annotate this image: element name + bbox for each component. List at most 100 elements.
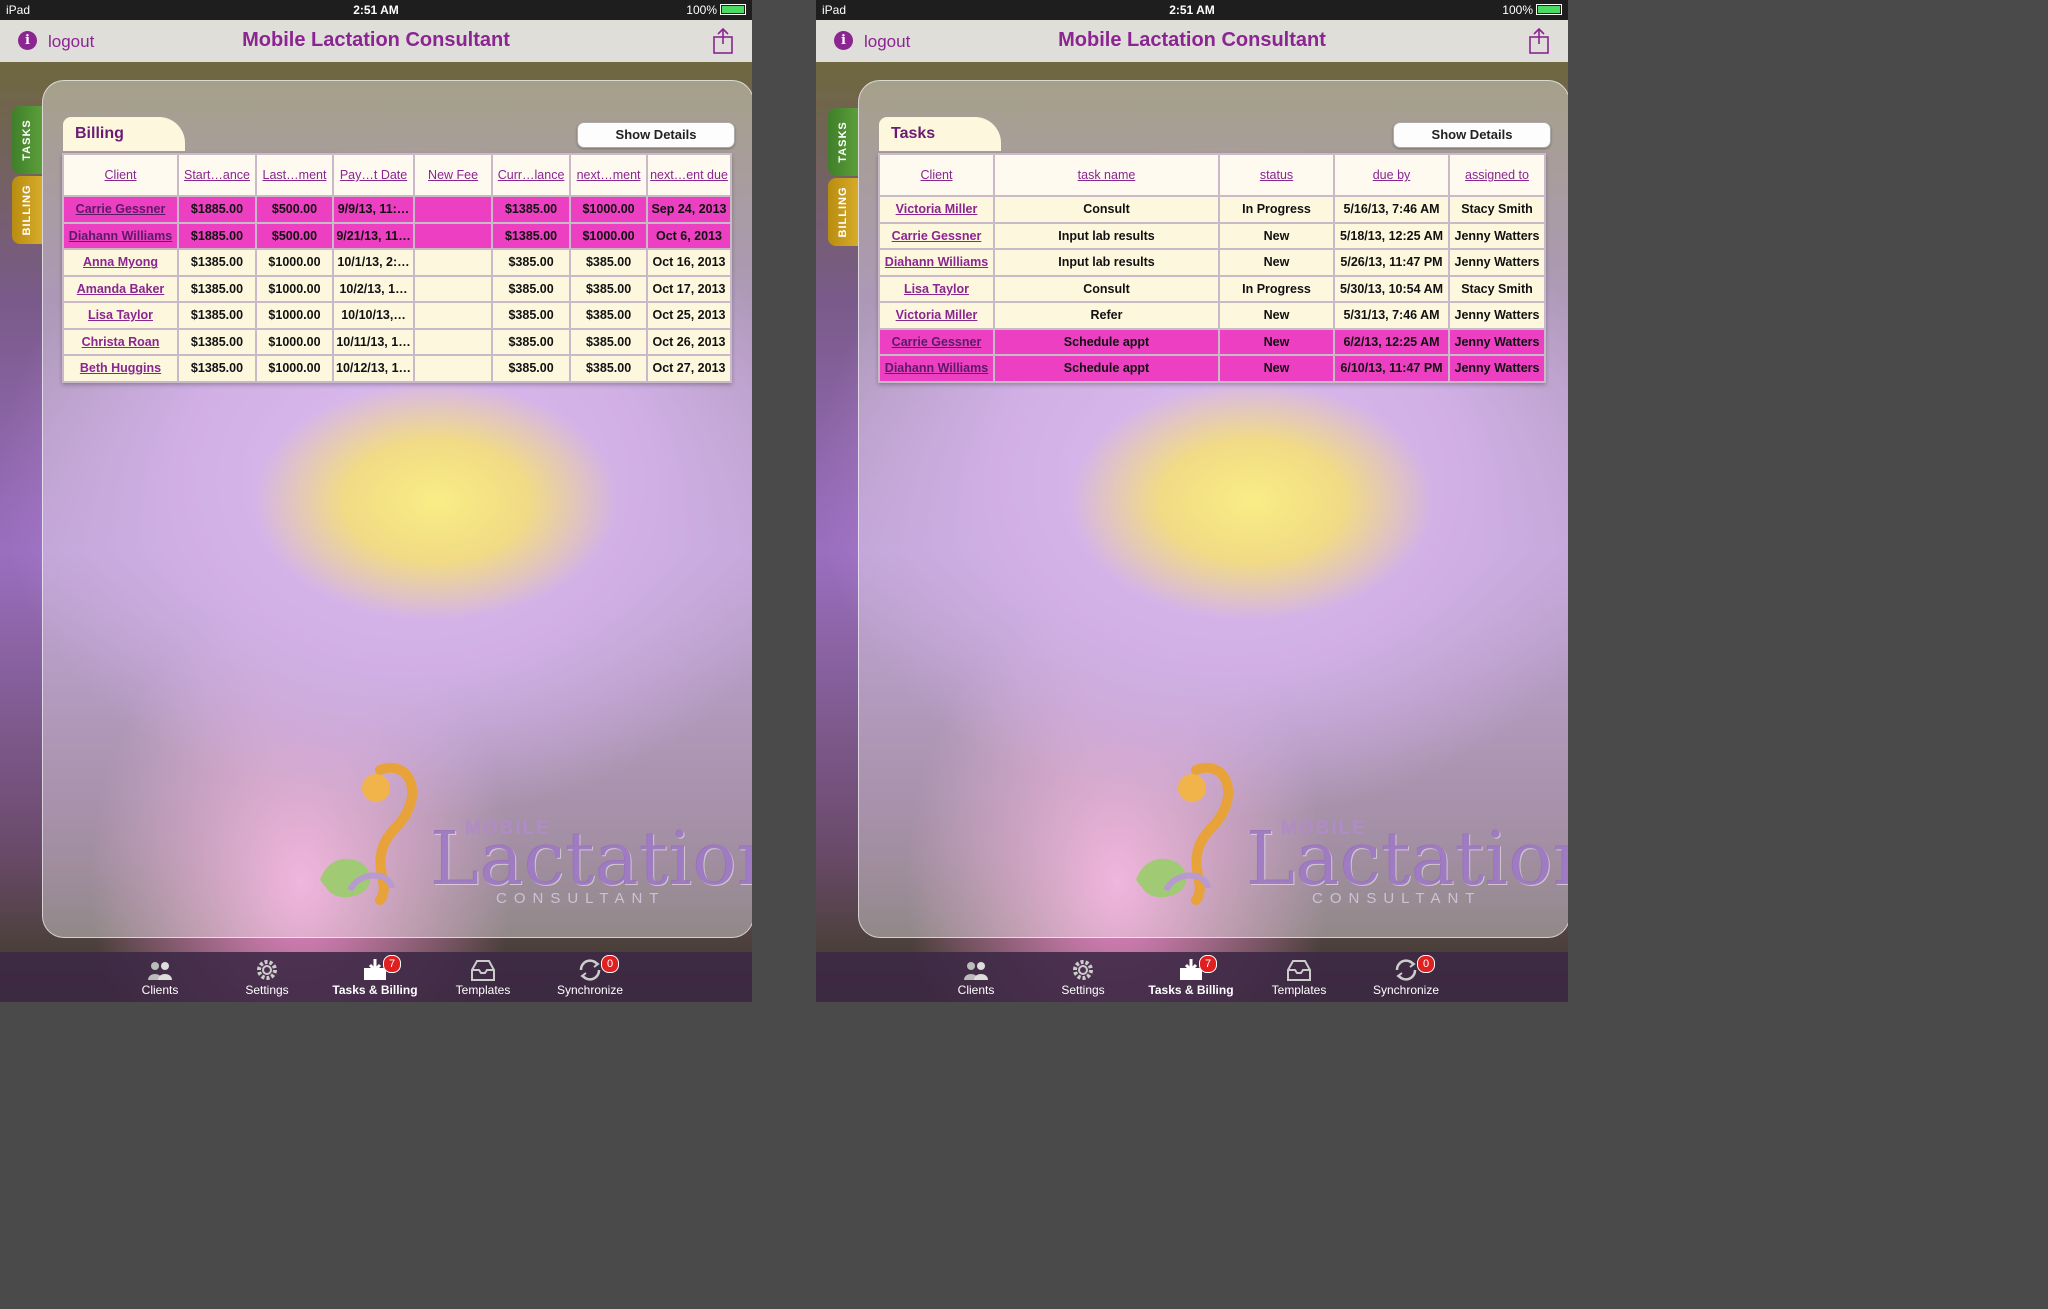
table-cell: 5/30/13, 10:54 AM: [1333, 274, 1450, 303]
column-header[interactable]: Pay…t Date: [331, 153, 416, 197]
tab-label: Clients: [957, 983, 995, 997]
table-row[interactable]: Amanda Baker $1385.00 $1000.00 10/2/13, 1… $…: [62, 274, 732, 303]
clients-icon: [148, 962, 172, 980]
table-row[interactable]: Carrie Gessner Input lab results New 5/18/1…: [878, 221, 1546, 250]
side-tab-billing[interactable]: BILLING: [12, 176, 42, 244]
table-cell: 10/12/13, 1…: [331, 354, 416, 383]
table-cell: $385.00: [491, 354, 572, 383]
client-link[interactable]: Victoria Miller: [878, 301, 995, 330]
sync-badge: 0: [601, 955, 619, 973]
table-row[interactable]: Lisa Taylor Consult In Progress 5/30/13, 10…: [878, 274, 1546, 303]
tab-synchronize[interactable]: Synchronize 0: [1356, 952, 1456, 1002]
show-details-button[interactable]: Show Details: [1393, 122, 1551, 148]
battery-indicator: 100%: [1502, 3, 1562, 17]
logo-line-consultant: CONSULTANT: [1312, 890, 1482, 907]
column-header[interactable]: Start…ance: [177, 153, 257, 197]
table-cell: Oct 26, 2013: [646, 327, 732, 356]
app-logo: MOBILE Lactation CONSULTANT: [310, 760, 752, 910]
side-tab-tasks[interactable]: TASKS: [12, 106, 42, 174]
table-cell: 9/9/13, 11:…: [331, 195, 416, 224]
client-link[interactable]: Carrie Gessner: [878, 221, 995, 250]
table-row[interactable]: Carrie Gessner Schedule appt New 6/2/13, 12…: [878, 327, 1546, 356]
column-header[interactable]: next…ment: [569, 153, 649, 197]
column-header[interactable]: task name: [993, 153, 1220, 197]
ipad-screen-billing: iPad 2:51 AM 100% i logout Mobile Lactat…: [0, 0, 752, 1002]
billing-table: Client Start…ance Last…ment Pay…t Date New F…: [62, 153, 732, 383]
table-cell: Schedule appt: [993, 354, 1220, 383]
tab-tasks-billing[interactable]: Tasks & Billing 7: [1141, 952, 1241, 1002]
nav-bar: i logout Mobile Lactation Consultant: [0, 20, 752, 62]
table-row[interactable]: Victoria Miller Refer New 5/31/13, 7:46 AM J…: [878, 301, 1546, 330]
table-cell: New: [1218, 301, 1335, 330]
gear-icon: [1073, 960, 1093, 980]
client-link[interactable]: Amanda Baker: [62, 274, 179, 303]
table-cell: $1385.00: [177, 274, 257, 303]
table-row[interactable]: Diahann Williams Schedule appt New 6/10/13,…: [878, 354, 1546, 383]
section-title-billing: Billing: [63, 117, 185, 151]
table-cell: 9/21/13, 11…: [331, 221, 416, 250]
table-cell: $385.00: [491, 274, 572, 303]
table-cell: Oct 6, 2013: [646, 221, 732, 250]
tab-clients[interactable]: Clients: [110, 952, 210, 1002]
side-tab-tasks[interactable]: TASKS: [828, 108, 858, 176]
table-row[interactable]: Lisa Taylor $1385.00 $1000.00 10/10/13,… $38…: [62, 301, 732, 330]
status-bar: iPad 2:51 AM 100%: [0, 0, 752, 20]
table-row[interactable]: Christa Roan $1385.00 $1000.00 10/11/13, 1……: [62, 327, 732, 356]
side-tab-billing[interactable]: BILLING: [828, 178, 858, 246]
column-header[interactable]: Client: [878, 153, 995, 197]
sync-icon: [579, 959, 601, 981]
table-cell: 10/11/13, 1…: [331, 327, 416, 356]
table-cell: 10/1/13, 2:…: [331, 248, 416, 277]
tab-label: Tasks & Billing: [1148, 983, 1234, 997]
tab-clients[interactable]: Clients: [926, 952, 1026, 1002]
table-header-row: Client Start…ance Last…ment Pay…t Date New F…: [62, 153, 732, 197]
table-row[interactable]: Diahann Williams Input lab results New 5/26…: [878, 248, 1546, 277]
share-icon[interactable]: [712, 28, 734, 54]
tab-templates[interactable]: Templates: [433, 952, 533, 1002]
table-row[interactable]: Diahann Williams $1885.00 $500.00 9/21/13, …: [62, 221, 732, 250]
client-link[interactable]: Diahann Williams: [878, 248, 995, 277]
client-link[interactable]: Beth Huggins: [62, 354, 179, 383]
client-link[interactable]: Lisa Taylor: [62, 301, 179, 330]
table-row[interactable]: Anna Myong $1385.00 $1000.00 10/1/13, 2:… $3…: [62, 248, 732, 277]
table-cell: [413, 327, 494, 356]
client-link[interactable]: Carrie Gessner: [878, 327, 995, 356]
column-header[interactable]: New Fee: [413, 153, 494, 197]
client-link[interactable]: Carrie Gessner: [62, 195, 179, 224]
table-cell: $385.00: [569, 354, 649, 383]
table-cell: [413, 221, 494, 250]
battery-icon: [720, 4, 746, 15]
column-header[interactable]: Last…ment: [255, 153, 334, 197]
column-header[interactable]: next…ent due: [646, 153, 732, 197]
column-header[interactable]: status: [1218, 153, 1335, 197]
tasks-table: Client task name status due by assigned to V…: [878, 153, 1546, 383]
table-cell: 10/10/13,…: [331, 301, 416, 330]
column-header[interactable]: Curr…lance: [491, 153, 572, 197]
table-cell: 5/16/13, 7:46 AM: [1333, 195, 1450, 224]
client-link[interactable]: Victoria Miller: [878, 195, 995, 224]
table-cell: $1385.00: [177, 301, 257, 330]
tab-tasks-billing[interactable]: Tasks & Billing 7: [325, 952, 425, 1002]
show-details-button[interactable]: Show Details: [577, 122, 735, 148]
tab-label: Settings: [1061, 983, 1105, 997]
table-row[interactable]: Beth Huggins $1385.00 $1000.00 10/12/13, 1……: [62, 354, 732, 383]
table-cell: $385.00: [491, 327, 572, 356]
tab-synchronize[interactable]: Synchronize 0: [540, 952, 640, 1002]
column-header[interactable]: assigned to: [1448, 153, 1546, 197]
tab-settings[interactable]: Settings: [1033, 952, 1133, 1002]
client-link[interactable]: Anna Myong: [62, 248, 179, 277]
tab-settings[interactable]: Settings: [217, 952, 317, 1002]
client-link[interactable]: Diahann Williams: [878, 354, 995, 383]
mother-baby-logo-icon: [320, 762, 418, 905]
client-link[interactable]: Diahann Williams: [62, 221, 179, 250]
table-row[interactable]: Victoria Miller Consult In Progress 5/16/13…: [878, 195, 1546, 224]
mother-baby-logo-icon: [1136, 762, 1234, 905]
client-link[interactable]: Lisa Taylor: [878, 274, 995, 303]
table-cell: Jenny Watters: [1448, 354, 1546, 383]
column-header[interactable]: Client: [62, 153, 179, 197]
share-icon[interactable]: [1528, 28, 1550, 54]
tab-templates[interactable]: Templates: [1249, 952, 1349, 1002]
client-link[interactable]: Christa Roan: [62, 327, 179, 356]
column-header[interactable]: due by: [1333, 153, 1450, 197]
table-row[interactable]: Carrie Gessner $1885.00 $500.00 9/9/13, 11:…: [62, 195, 732, 224]
